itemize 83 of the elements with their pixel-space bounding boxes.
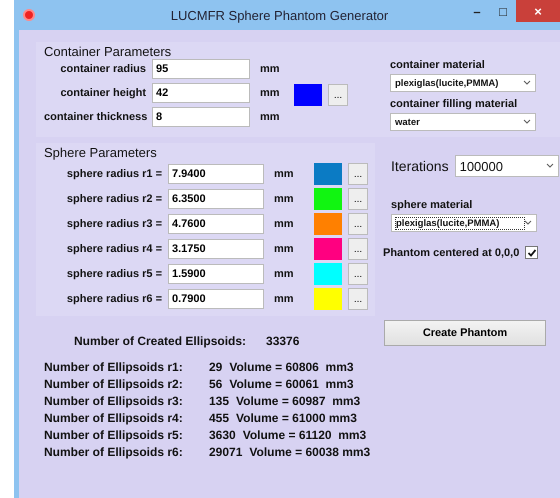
field-label: container radius	[59, 63, 146, 75]
unit-label: mm	[274, 268, 295, 280]
color-picker-button[interactable]: ...	[348, 288, 368, 310]
unit-label: mm	[274, 218, 295, 230]
unit-label: mm	[260, 111, 281, 123]
unit-label: mm	[274, 168, 295, 180]
result-volume: Volume = 61000 mm3	[236, 411, 357, 425]
result-count: 29	[209, 360, 222, 374]
checkbox-label: Phantom centered at 0,0,0	[383, 246, 520, 258]
create-phantom-button[interactable]: Create Phantom	[384, 320, 546, 346]
input-field[interactable]: 42	[152, 83, 250, 103]
color-swatch[interactable]	[314, 188, 342, 210]
color-picker-button[interactable]: ...	[328, 84, 348, 106]
input-field[interactable]: 4.7600	[168, 214, 264, 234]
field-label: sphere radius r6 =	[66, 293, 162, 305]
result-count: 29071	[209, 445, 242, 459]
window-title: LUCMFR Sphere Phantom Generator	[170, 8, 390, 22]
section-title: Container Parameters	[44, 44, 172, 59]
color-swatch[interactable]	[314, 288, 342, 310]
unit-label: mm	[274, 293, 295, 305]
unit-label: mm	[274, 243, 295, 255]
minimize-button[interactable]: –	[464, 0, 490, 22]
field-label: container height	[59, 87, 146, 99]
input-field[interactable]: 7.9400	[168, 164, 264, 184]
filling-dropdown[interactable]: water	[390, 113, 536, 131]
checkbox[interactable]	[525, 246, 538, 259]
color-picker-button[interactable]: ...	[348, 163, 368, 185]
result-volume: Volume = 60061 mm3	[229, 377, 354, 391]
color-swatch[interactable]	[314, 163, 342, 185]
result-label: Number of Ellipsoids r4:	[44, 411, 184, 425]
maximize-button[interactable]: □	[490, 0, 516, 22]
input-field[interactable]: 8	[152, 107, 250, 127]
unit-label: mm	[260, 63, 281, 75]
result-count: 135	[209, 394, 230, 408]
result-label: Number of Ellipsoids r6:	[44, 445, 184, 459]
iterations-dropdown[interactable]: 100000	[454, 155, 559, 177]
input-field[interactable]: 3.1750	[168, 239, 264, 259]
field-label: container material	[390, 59, 486, 71]
caret-icon	[523, 80, 531, 86]
field-label: sphere material	[390, 199, 474, 211]
field-label: sphere radius r2 =	[66, 193, 162, 205]
field-label: container thickness	[44, 111, 146, 123]
color-swatch[interactable]	[314, 213, 342, 235]
caret-icon	[523, 119, 531, 125]
field-label: container filling material	[390, 98, 518, 110]
result-volume: Volume = 60987 mm3	[236, 394, 360, 408]
unit-label: mm	[260, 87, 281, 99]
field-label: sphere radius r1 =	[66, 168, 162, 180]
caret-icon	[546, 163, 554, 169]
color-picker-button[interactable]: ...	[348, 188, 368, 210]
result-count: 3630	[209, 428, 236, 442]
result-count: 56	[209, 377, 222, 391]
input-field[interactable]: 6.3500	[168, 189, 264, 209]
field-label: sphere radius r5 =	[66, 268, 162, 280]
color-picker-button[interactable]: ...	[348, 238, 368, 260]
result-volume: Volume = 60038 mm3	[249, 445, 370, 459]
result-label: Number of Ellipsoids r5:	[44, 428, 184, 442]
color-swatch[interactable]	[314, 263, 342, 285]
count-value: 33376	[266, 334, 300, 348]
section-title: Sphere Parameters	[44, 145, 158, 160]
field-label: sphere radius r3 =	[66, 218, 162, 230]
app-icon	[23, 9, 35, 21]
color-swatch[interactable]	[294, 84, 322, 106]
close-button[interactable]: ×	[516, 0, 560, 22]
result-label: Number of Ellipsoids r3:	[44, 394, 184, 408]
color-picker-button[interactable]: ...	[348, 263, 368, 285]
count-label: Number of Created Ellipsoids:	[74, 334, 246, 348]
result-count: 455	[209, 411, 230, 425]
material-dropdown[interactable]: plexiglas(lucite,PMMA)	[390, 74, 536, 92]
input-field[interactable]: 0.7900	[168, 289, 264, 309]
field-label: Iterations	[391, 158, 449, 174]
color-picker-button[interactable]: ...	[348, 213, 368, 235]
color-swatch[interactable]	[314, 238, 342, 260]
result-label: Number of Ellipsoids r1:	[44, 360, 184, 374]
result-label: Number of Ellipsoids r2:	[44, 377, 184, 391]
result-volume: Volume = 60806 mm3	[229, 360, 354, 374]
field-label: sphere radius r4 =	[66, 243, 162, 255]
caret-icon	[524, 220, 532, 226]
input-field[interactable]: 1.5900	[168, 264, 264, 284]
material-dropdown[interactable]: plexiglas(lucite,PMMA)	[391, 214, 537, 232]
unit-label: mm	[274, 193, 295, 205]
result-volume: Volume = 61120 mm3	[242, 428, 366, 442]
input-field[interactable]: 95	[152, 59, 250, 79]
